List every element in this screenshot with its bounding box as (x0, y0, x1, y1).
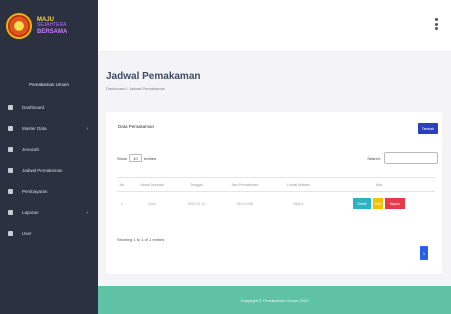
sidebar-item-master-data[interactable]: Master Data › (0, 118, 98, 139)
table-cell: 2023-01-11 (187, 201, 206, 206)
column-header[interactable]: Nama Jenazah (127, 178, 178, 192)
row-actions: Detail Edit Hapus (323, 198, 435, 210)
calendar-icon (8, 168, 13, 173)
chevron-right-icon: › (86, 125, 88, 132)
sidebar-item-laporan[interactable]: Laporan › (0, 202, 98, 223)
brand-text: MAJU SEJAHTERA BERSAMA (37, 17, 67, 35)
edit-button[interactable]: Edit (372, 198, 383, 210)
sidebar-item-label: Laporan (22, 210, 39, 215)
brand-line-2: SEJAHTERA (37, 22, 67, 29)
brand-line-3: BERSAMA (37, 28, 68, 35)
chevron-right-icon: › (86, 209, 88, 216)
users-icon (8, 231, 13, 236)
table-header-row: No Nama Jenazah Tanggal Jam Pemakaman Lo… (117, 177, 435, 192)
sidebar-item-label: Dashboard (22, 105, 45, 110)
entries-select[interactable]: 10 (129, 154, 143, 162)
show-label: Show (117, 155, 128, 161)
search-control: Search: (367, 152, 438, 164)
sidebar-item-label: Jadwal Pemakaman (22, 168, 63, 173)
brand[interactable]: MAJU SEJAHTERA BERSAMA (0, 0, 98, 52)
page-title: Jadwal Pemakaman (106, 71, 201, 82)
sidebar-item-user[interactable]: User (0, 223, 98, 244)
column-header[interactable]: Aksi (323, 178, 435, 192)
data-card: Data Pemakaman Tambah Show 10 entries Se… (106, 112, 442, 274)
breadcrumb[interactable]: Dashboard / Jadwal Pemakaman (106, 86, 165, 91)
entries-length-control: Show 10 entries (117, 154, 156, 162)
sidebar-item-label: Master Data (22, 126, 47, 131)
column-header[interactable]: Jam Pemakaman (215, 178, 274, 192)
report-icon (8, 210, 13, 215)
table-cell-actions: Detail Edit Hapus (323, 192, 435, 216)
sidebar: MAJU SEJAHTERA BERSAMA Pemakaman Umum Da… (0, 0, 98, 314)
data-table: No Nama Jenazah Tanggal Jam Pemakaman Lo… (117, 177, 435, 216)
table-cell: 1 (120, 201, 123, 206)
card-title: Data Pemakaman (118, 124, 155, 129)
dashboard-icon (8, 105, 13, 110)
sidebar-item-label: User (22, 231, 32, 236)
sidebar-nav: Dashboard Master Data › Jenazah Jadwal P… (0, 97, 98, 244)
kebab-menu-icon[interactable] (435, 18, 438, 30)
sidebar-item-jadwal-pemakaman[interactable]: Jadwal Pemakaman (0, 160, 98, 181)
sidebar-item-pembayaran[interactable]: Pembayaran (0, 181, 98, 202)
database-icon (8, 126, 13, 131)
table-row: 1 Budi 2023-01-11 08:00 WIB Blok A Detai… (117, 192, 435, 216)
entries-label: entries (144, 155, 157, 161)
user-icon (8, 147, 13, 152)
table-info: Showing 1 to 1 of 1 entries (117, 237, 165, 242)
column-header[interactable]: No (117, 178, 127, 192)
menu-dot (435, 27, 438, 30)
column-header[interactable]: Lokasi Makam (274, 178, 323, 192)
delete-button[interactable]: Hapus (384, 198, 405, 210)
main-content: Jadwal Pemakaman Dashboard / Jadwal Pema… (98, 52, 451, 286)
sidebar-item-dashboard[interactable]: Dashboard (0, 97, 98, 118)
table-cell: Blok A (293, 201, 304, 206)
sidebar-item-label: Pembayaran (22, 189, 48, 194)
brand-logo (6, 13, 32, 39)
table-cell: Budi (148, 201, 156, 206)
footer: Copyright © Pemakaman Umum 2023 (98, 286, 451, 314)
column-header[interactable]: Tanggal (177, 178, 215, 192)
menu-dot (435, 18, 438, 21)
topbar (98, 0, 451, 52)
table-cell: 08:00 WIB (236, 201, 253, 206)
search-label: Search: (367, 155, 381, 161)
add-button[interactable]: Tambah (418, 123, 438, 134)
sidebar-item-jenazah[interactable]: Jenazah (0, 139, 98, 160)
money-icon (8, 189, 13, 194)
sidebar-item-label: Jenazah (22, 147, 40, 152)
menu-dot (435, 22, 438, 26)
sidebar-heading: Pemakaman Umum (29, 82, 69, 87)
pagination-page-button[interactable]: 1 (420, 246, 428, 260)
detail-button[interactable]: Detail (352, 198, 371, 210)
search-input[interactable] (384, 152, 438, 164)
